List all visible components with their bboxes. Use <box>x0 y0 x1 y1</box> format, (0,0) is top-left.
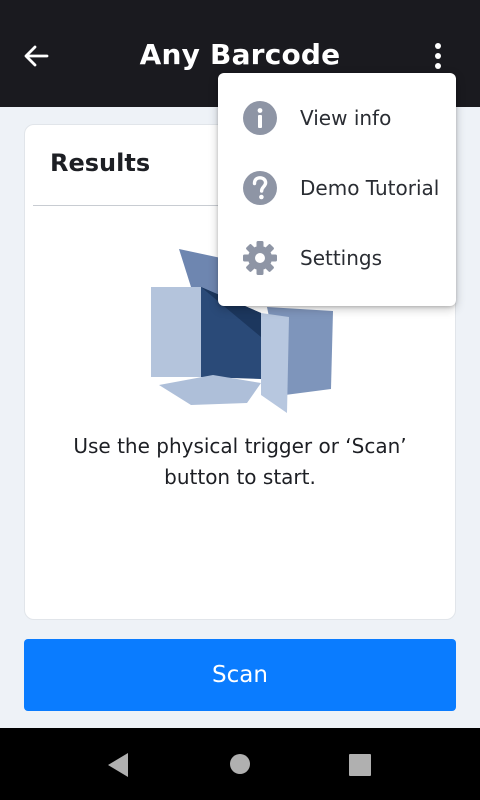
menu-item-label: Demo Tutorial <box>300 176 440 200</box>
menu-item-settings[interactable]: Settings <box>218 224 456 294</box>
info-icon <box>243 101 277 135</box>
menu-item-view-info[interactable]: View info <box>218 84 456 154</box>
instructions-text: Use the physical trigger or ‘Scan’ butto… <box>73 434 407 489</box>
more-options-button[interactable] <box>418 36 458 76</box>
home-circle-icon[interactable] <box>229 753 251 775</box>
recents-square-icon[interactable] <box>348 753 372 777</box>
menu-item-label: Settings <box>300 246 383 270</box>
app-title: Any Barcode <box>139 38 341 71</box>
overflow-menu: View info Demo Tutorial Settings <box>218 73 456 306</box>
menu-item-label: View info <box>300 106 392 130</box>
scan-button[interactable]: Scan <box>24 639 456 711</box>
menu-item-demo-tutorial[interactable]: Demo Tutorial <box>218 154 456 224</box>
more-vertical-icon <box>435 43 441 69</box>
back-triangle-icon[interactable] <box>106 752 130 778</box>
results-title: Results <box>50 149 151 177</box>
gear-icon <box>243 241 277 275</box>
system-nav-bar <box>0 728 480 800</box>
help-icon <box>243 171 277 205</box>
